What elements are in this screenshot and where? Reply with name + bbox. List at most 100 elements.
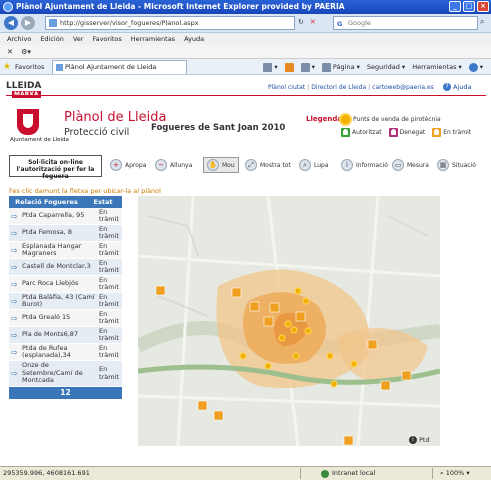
col-header-estat: Estat [93, 198, 113, 206]
locate-arrow-icon[interactable]: ⇨ [9, 212, 20, 221]
locate-arrow-icon[interactable]: ⇨ [9, 314, 20, 323]
bonfire-name: Esplanada Hangar Magraners [22, 241, 82, 257]
toolbar-options-icon[interactable]: ⚙▾ [21, 48, 31, 56]
link-planol-ciutat[interactable]: Plànol ciutat [268, 84, 305, 91]
tool-label: Mesura [407, 161, 429, 169]
close-toolbar-icon[interactable]: ✕ [7, 48, 13, 56]
locate-arrow-icon[interactable]: ⇨ [9, 369, 20, 378]
bonfire-name: Parc Roca Llebjós [22, 279, 79, 288]
tool-informacio[interactable]: i Informació [341, 159, 388, 171]
list-item: ⇨ Ptda Caparrella, 95 En tràmit [9, 208, 122, 225]
request-authorization-button[interactable]: Sol·licita on-line l'autorització per fe… [9, 155, 102, 180]
zoom-in-icon: + [110, 159, 122, 171]
locate-arrow-icon[interactable]: ⇨ [9, 331, 20, 340]
stop-icon[interactable]: ✕ [310, 18, 316, 26]
minimize-button[interactable]: _ [449, 1, 461, 12]
tab-planol[interactable]: Plànol Ajuntament de Lleida [52, 60, 187, 74]
bonfire-list: Relació Fogueres Estat ⇨ Ptda Caparrella,… [9, 196, 122, 427]
feeds-icon[interactable] [284, 62, 294, 72]
locate-arrow-icon[interactable]: ⇨ [9, 246, 20, 255]
bonfire-status: En tràmit [99, 309, 119, 325]
bonfire-status: En tràmit [99, 326, 119, 342]
tool-mou[interactable]: ✋ Mou [203, 157, 239, 173]
map-toolbar: Sol·licita on-line l'autorització per fe… [9, 155, 487, 180]
print-icon[interactable]: ▾ [300, 62, 315, 72]
bonfire-marker [380, 380, 391, 391]
brand-text: LLEIDA [6, 81, 42, 91]
menu-ver[interactable]: Ver [73, 33, 84, 45]
pyro-marker [304, 327, 312, 335]
search-icon[interactable]: ⌕ [480, 17, 484, 27]
bonfire-name: Onze de Setembre/Camí de Montcada [22, 361, 83, 385]
menu-favoritos[interactable]: Favoritos [92, 33, 121, 45]
security-menu-label: Seguridad [366, 63, 400, 71]
locate-arrow-icon[interactable]: ⇨ [9, 263, 20, 272]
page-menu[interactable]: Página ▾ [321, 62, 360, 72]
link-email[interactable]: cartoweb@paeria.es [372, 84, 434, 91]
search-input[interactable]: G Google [333, 16, 478, 30]
map-view[interactable] [138, 196, 440, 446]
full-extent-icon: ⤢ [245, 159, 257, 171]
help-icon[interactable]: ▾ [468, 62, 483, 72]
security-zone[interactable]: Intranet local [321, 467, 375, 480]
lleida-logo[interactable]: LLEIDA MARXA [6, 81, 42, 98]
url-text: http://gisserver/visor_fogueres/Planol.a… [60, 19, 199, 27]
tool-mostra-tot[interactable]: ⤢ Mostra tot [245, 159, 291, 171]
link-directori[interactable]: Directori de Lleida [311, 84, 366, 91]
address-bar: ◀ ▶ http://gisserver/visor_fogueres/Plan… [0, 14, 491, 33]
list-item: ⇨ Castell de Montclar,3 En tràmit [9, 259, 122, 276]
back-icon[interactable]: ◀ [4, 16, 18, 30]
tool-label: Lupa [314, 161, 329, 169]
tool-mesura[interactable]: ▭ Mesura [392, 159, 429, 171]
map-info-label: Ptd [419, 436, 430, 444]
pyro-marker [330, 380, 338, 388]
map-canvas[interactable] [138, 196, 440, 446]
refresh-icon[interactable]: ↻ [298, 18, 304, 26]
menu-edicion[interactable]: Edición [40, 33, 64, 45]
bonfire-marker [231, 287, 242, 298]
tool-situacio[interactable]: ▦ Situació [437, 159, 476, 171]
tool-apropa[interactable]: + Apropa [110, 159, 146, 171]
pyro-marker [239, 352, 247, 360]
bonfire-status: En tràmit [99, 343, 119, 359]
close-button[interactable]: × [477, 1, 489, 12]
legend-label: Denegat [399, 129, 426, 136]
ie-icon [3, 2, 13, 12]
bonfire-name: Pla de Monts6,87 [22, 330, 79, 339]
legend-denegat: Denegat [388, 128, 426, 137]
home-icon[interactable]: ▾ [263, 62, 278, 72]
help-label: Ajuda [453, 83, 472, 91]
locate-arrow-icon[interactable]: ⇨ [9, 297, 20, 306]
tab-title: Plànol Ajuntament de Lleida [65, 63, 157, 71]
locate-arrow-icon[interactable]: ⇨ [9, 348, 20, 357]
menu-archivo[interactable]: Archivo [7, 33, 31, 45]
map-info-button[interactable]: i Ptd [409, 436, 430, 444]
menu-herramientas[interactable]: Herramientas [131, 33, 175, 45]
tools-menu[interactable]: Herramientas ▾ [412, 62, 462, 72]
bonfire-marker [401, 370, 412, 381]
locate-arrow-icon[interactable]: ⇨ [9, 229, 20, 238]
bonfire-marker [249, 301, 260, 312]
favorites-button[interactable]: ★ Favoritos [3, 61, 44, 73]
list-item: ⇨ Esplanada Hangar Magraners En tràmit [9, 242, 122, 259]
hand-icon: ✋ [207, 159, 219, 171]
url-input[interactable]: http://gisserver/visor_fogueres/Planol.a… [45, 16, 295, 30]
tool-lupa[interactable]: ⌕ Lupa [299, 159, 329, 171]
menu-ayuda[interactable]: Ayuda [184, 33, 204, 45]
security-menu[interactable]: Seguridad ▾ [367, 62, 405, 72]
title-prefix: Plànol [64, 110, 104, 125]
header-divider [6, 95, 486, 96]
zoom-level[interactable]: ⌕ 100% ▾ [440, 467, 470, 480]
locate-arrow-icon[interactable]: ⇨ [9, 280, 20, 289]
map-hint: Fes clic damunt la fletxa per ubicar-la … [9, 187, 161, 195]
tool-label: Mou [222, 161, 235, 169]
google-icon: G [337, 20, 343, 28]
status-divider [300, 468, 301, 479]
maximize-button[interactable]: □ [463, 1, 475, 12]
help-link[interactable]: ? Ajuda [443, 83, 471, 91]
tool-allunya[interactable]: − Allunya [155, 159, 192, 171]
pyro-marker [292, 352, 300, 360]
bonfire-status: En tràmit [99, 365, 119, 381]
zoom-label: 100% [445, 469, 465, 477]
forward-icon[interactable]: ▶ [21, 16, 35, 30]
